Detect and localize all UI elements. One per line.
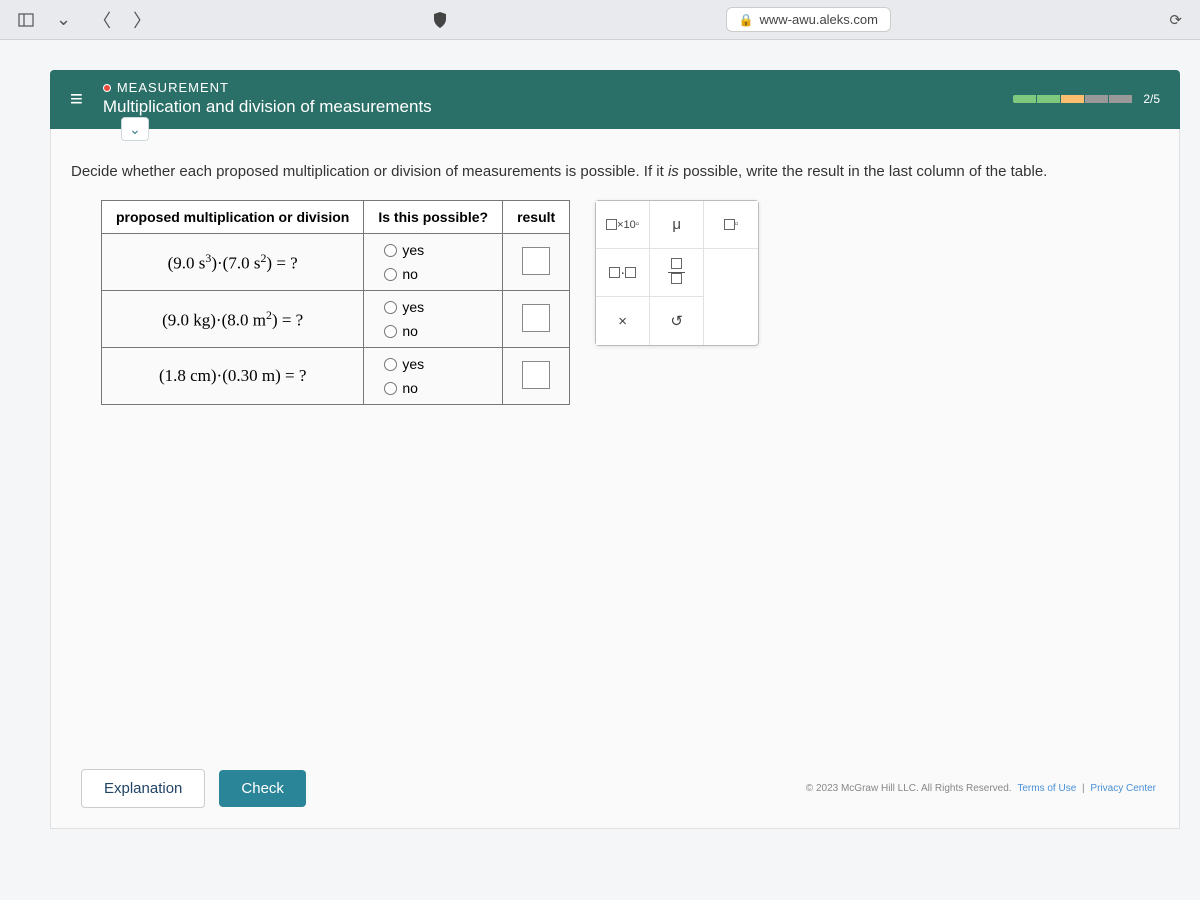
result-input[interactable] [522,304,550,332]
content-area: ⌄ Decide whether each proposed multiplic… [50,129,1180,829]
col-header-possible: Is this possible? [364,201,503,234]
nav-forward-icon[interactable]: 〉 [127,3,157,37]
expression-cell: (9.0 kg)·(8.0 m2) = ? [102,291,364,348]
key-box-exp[interactable]: ▫ [704,201,758,249]
reload-icon[interactable]: ⟳ [1163,7,1188,33]
key-dot[interactable]: · [596,249,650,297]
measurement-table: proposed multiplication or division Is t… [101,200,570,405]
collapse-toggle[interactable]: ⌄ [121,117,149,141]
page-title: Multiplication and division of measureme… [103,97,432,117]
key-undo[interactable]: ↺ [650,297,704,345]
menu-icon[interactable]: ≡ [70,86,83,112]
dropdown-chevron-icon[interactable]: ⌄ [50,5,77,34]
table-row: (9.0 kg)·(8.0 m2) = ? yes no [102,291,570,348]
nav-back-icon[interactable]: 〈 [87,3,117,37]
check-button[interactable]: Check [219,770,306,807]
lock-icon: 🔒 [739,13,754,27]
key-mu[interactable]: μ [650,201,704,249]
category-label: MEASUREMENT [103,80,432,95]
privacy-link[interactable]: Privacy Center [1090,783,1156,794]
radio-yes[interactable]: yes [384,299,424,315]
radio-no[interactable]: no [384,380,418,396]
record-dot-icon [103,84,111,92]
key-x10-exp[interactable]: ×10▫ [596,201,650,249]
math-keypad: ×10▫ μ ▫ · × ↺ [595,200,759,346]
shield-icon[interactable] [427,8,453,32]
sidebar-toggle-icon[interactable] [12,8,40,32]
radio-no[interactable]: no [384,323,418,339]
radio-yes[interactable]: yes [384,356,424,372]
terms-link[interactable]: Terms of Use [1017,783,1076,794]
expression-cell: (9.0 s3)·(7.0 s2) = ? [102,234,364,291]
explanation-button[interactable]: Explanation [81,769,205,808]
expression-cell: (1.8 cm)·(0.30 m) = ? [102,348,364,405]
radio-no[interactable]: no [384,266,418,282]
progress-text: 2/5 [1143,92,1160,106]
col-header-proposed: proposed multiplication or division [102,201,364,234]
progress-bar [1013,95,1133,103]
result-input[interactable] [522,247,550,275]
progress-indicator: 2/5 [1013,92,1160,106]
key-clear[interactable]: × [596,297,650,345]
result-input[interactable] [522,361,550,389]
table-row: (9.0 s3)·(7.0 s2) = ? yes no [102,234,570,291]
app-header: ≡ MEASUREMENT Multiplication and divisio… [50,70,1180,129]
url-bar[interactable]: 🔒 www-awu.aleks.com [726,7,891,32]
col-header-result: result [503,201,570,234]
browser-toolbar: ⌄ 〈 〉 🔒 www-awu.aleks.com ⟳ [0,0,1200,40]
instruction-text: Decide whether each proposed multiplicat… [71,163,1159,180]
url-text: www-awu.aleks.com [759,12,877,27]
footer-copyright: © 2023 McGraw Hill LLC. All Rights Reser… [806,783,1159,794]
action-bar: Explanation Check © 2023 McGraw Hill LLC… [81,769,1159,808]
table-row: (1.8 cm)·(0.30 m) = ? yes no [102,348,570,405]
key-fraction[interactable] [650,249,704,297]
radio-yes[interactable]: yes [384,242,424,258]
